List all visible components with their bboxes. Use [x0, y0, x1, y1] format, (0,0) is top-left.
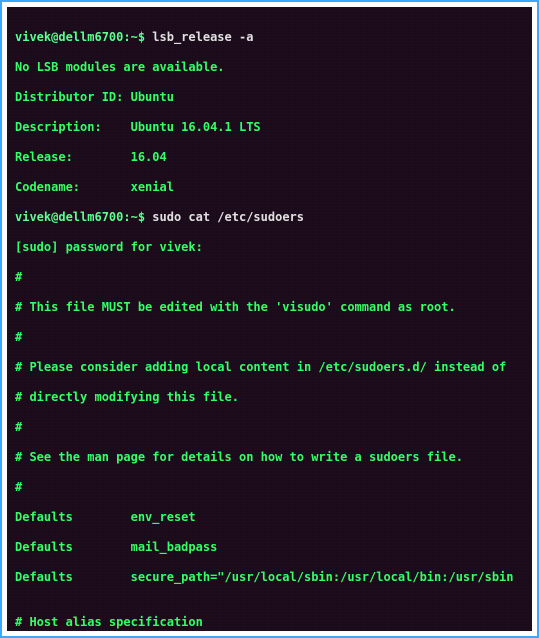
terminal[interactable]: vivek@dellm6700:~$ lsb_release -a No LSB…: [7, 7, 532, 631]
sudoers-line: Defaults env_reset: [15, 510, 524, 525]
sudoers-line: # Host alias specification: [15, 615, 524, 630]
output-line: Description: Ubuntu 16.04.1 LTS: [15, 120, 524, 135]
prompt-line-2: vivek@dellm6700:~$ sudo cat /etc/sudoers: [15, 210, 524, 225]
sudo-password-prompt: [sudo] password for vivek:: [15, 240, 524, 255]
output-line: Release: 16.04: [15, 150, 524, 165]
sudoers-line: # See the man page for details on how to…: [15, 450, 524, 465]
prompt-2: vivek@dellm6700:~$: [15, 210, 145, 224]
output-line: Distributor ID: Ubuntu: [15, 90, 524, 105]
prompt-1: vivek@dellm6700:~$: [15, 30, 145, 44]
sudoers-line: #: [15, 480, 524, 495]
sudoers-line: # directly modifying this file.: [15, 390, 524, 405]
sudoers-line: # Please consider adding local content i…: [15, 360, 524, 375]
sudoers-line: Defaults mail_badpass: [15, 540, 524, 555]
cmd-lsb-release: lsb_release -a: [145, 30, 253, 44]
sudoers-line: # This file MUST be edited with the 'vis…: [15, 300, 524, 315]
sudoers-line: Defaults secure_path="/usr/local/sbin:/u…: [15, 570, 524, 585]
sudoers-line: #: [15, 330, 524, 345]
sudoers-line: #: [15, 420, 524, 435]
prompt-line-1: vivek@dellm6700:~$ lsb_release -a: [15, 30, 524, 45]
sudoers-line: #: [15, 270, 524, 285]
output-line: Codename: xenial: [15, 180, 524, 195]
window-frame: vivek@dellm6700:~$ lsb_release -a No LSB…: [0, 0, 539, 638]
cmd-cat-sudoers: sudo cat /etc/sudoers: [145, 210, 304, 224]
output-line: No LSB modules are available.: [15, 60, 524, 75]
